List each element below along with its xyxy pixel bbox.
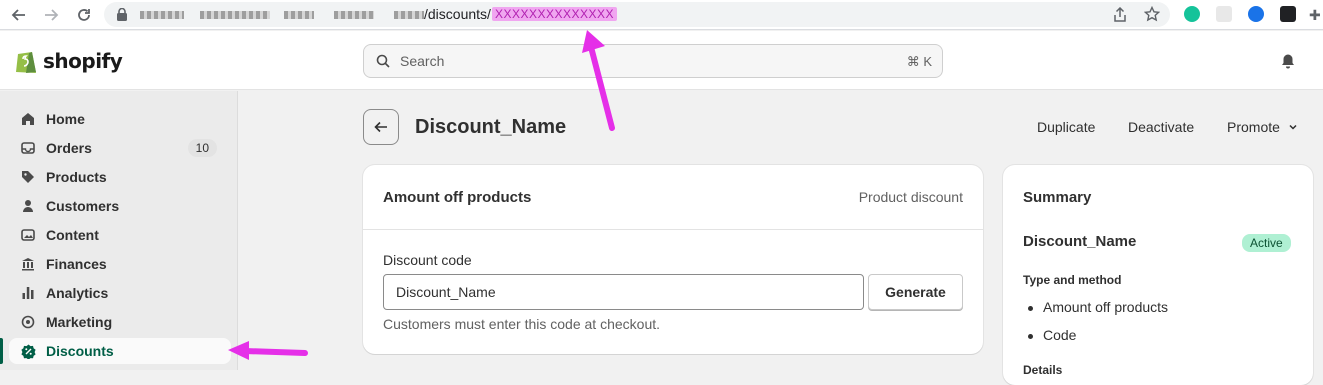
arrow-left-icon xyxy=(374,121,387,133)
url-text: /discounts/XXXXXXXXXXXXXX xyxy=(424,6,617,22)
grammarly-extension-icon[interactable] xyxy=(1184,6,1200,22)
card-divider xyxy=(363,229,983,230)
duplicate-button[interactable]: Duplicate xyxy=(1037,119,1095,135)
notifications-bell-icon[interactable] xyxy=(1280,53,1296,74)
promote-menu-button[interactable]: Promote xyxy=(1227,119,1298,135)
summary-bullet: Code xyxy=(1027,327,1077,343)
sidebar-item-marketing[interactable]: Marketing xyxy=(9,309,231,335)
url-path: /discounts/ xyxy=(424,6,491,22)
summary-card: Summary Discount_Name Active Type and me… xyxy=(1003,165,1313,385)
annotation-arrow-url xyxy=(582,30,615,131)
helper-text: Customers must enter this code at checko… xyxy=(383,316,661,332)
type-method-heading: Type and method xyxy=(1023,273,1122,287)
browser-toolbar: /discounts/XXXXXXXXXXXXXX ✚ xyxy=(0,0,1323,30)
orders-icon xyxy=(20,140,36,156)
bank-icon xyxy=(20,256,36,272)
sidebar-item-orders[interactable]: Orders 10 xyxy=(9,135,231,161)
sidebar-item-analytics[interactable]: Analytics xyxy=(9,280,231,306)
sidebar-nav: Home Orders 10 Products Customers Conten… xyxy=(0,91,238,370)
bookmark-star-icon[interactable] xyxy=(1143,5,1161,27)
orders-count-badge: 10 xyxy=(187,139,217,157)
page-title: Discount_Name xyxy=(415,116,567,138)
sidebar-item-label: Marketing xyxy=(46,314,113,330)
deactivate-button[interactable]: Deactivate xyxy=(1128,119,1194,135)
promote-label: Promote xyxy=(1227,119,1280,135)
discount-icon xyxy=(20,343,36,359)
redacted-url-segment xyxy=(140,11,184,19)
content-icon xyxy=(20,227,36,243)
tag-icon xyxy=(20,169,36,185)
annotation-arrow-discounts xyxy=(228,341,308,360)
reload-icon[interactable] xyxy=(73,4,95,26)
search-placeholder: Search xyxy=(400,53,445,69)
sidebar-item-label: Orders xyxy=(46,140,92,156)
search-shortcut: ⌘ K xyxy=(906,54,932,69)
details-heading: Details xyxy=(1023,363,1063,377)
shopify-logo[interactable]: shopify xyxy=(14,47,123,75)
sidebar-item-label: Analytics xyxy=(46,285,109,301)
discount-code-input[interactable]: Discount_Name xyxy=(383,274,864,310)
sidebar-item-content[interactable]: Content xyxy=(9,222,231,248)
target-icon xyxy=(20,314,36,330)
search-icon xyxy=(376,54,390,68)
generate-button[interactable]: Generate xyxy=(868,274,963,310)
redacted-url-segment xyxy=(200,11,270,19)
sidebar-item-customers[interactable]: Customers xyxy=(9,193,231,219)
status-badge: Active xyxy=(1242,234,1291,252)
url-discount-id: XXXXXXXXXXXXXX xyxy=(491,7,617,21)
discount-type-label: Product discount xyxy=(858,189,963,205)
sidebar-item-home[interactable]: Home xyxy=(9,106,231,132)
sidebar-item-discounts[interactable]: Discounts xyxy=(9,338,231,364)
redacted-url-segment xyxy=(394,11,424,19)
back-arrow-icon[interactable] xyxy=(8,4,30,26)
back-button[interactable] xyxy=(363,109,399,145)
summary-title: Summary xyxy=(1023,189,1092,206)
summary-discount-name: Discount_Name xyxy=(1023,233,1137,250)
redacted-url-segment xyxy=(284,11,314,19)
extension-icon[interactable] xyxy=(1280,6,1296,22)
person-icon xyxy=(20,198,36,214)
sidebar-item-label: Products xyxy=(46,169,107,185)
puzzle-extensions-icon[interactable]: ✚ xyxy=(1309,7,1321,24)
sidebar-item-label: Home xyxy=(46,111,85,127)
summary-bullet: Amount off products xyxy=(1027,299,1169,315)
sidebar-item-label: Content xyxy=(46,227,99,243)
extension-icon[interactable] xyxy=(1248,6,1264,22)
card-title: Amount off products xyxy=(383,189,532,206)
sidebar-item-label: Customers xyxy=(46,198,120,214)
sidebar-item-label: Finances xyxy=(46,256,107,272)
sidebar-item-label: Discounts xyxy=(46,343,114,359)
brand-name: shopify xyxy=(43,49,123,73)
bar-chart-icon xyxy=(20,285,36,301)
search-input[interactable]: Search ⌘ K xyxy=(363,44,943,78)
chevron-down-icon xyxy=(1289,124,1297,130)
forward-arrow-icon[interactable] xyxy=(40,4,62,26)
extension-icon[interactable] xyxy=(1216,6,1232,22)
shopify-bag-icon xyxy=(16,52,36,73)
share-icon[interactable] xyxy=(1113,6,1127,27)
sidebar-item-products[interactable]: Products xyxy=(9,164,231,190)
discount-code-card: Amount off products Product discount Dis… xyxy=(363,165,983,354)
discount-code-label: Discount code xyxy=(383,252,472,268)
home-icon xyxy=(20,111,36,127)
lock-icon xyxy=(116,7,128,26)
sidebar-item-finances[interactable]: Finances xyxy=(9,251,231,277)
address-bar[interactable]: /discounts/XXXXXXXXXXXXXX xyxy=(104,2,1170,27)
active-nav-indicator xyxy=(0,338,3,364)
redacted-url-segment xyxy=(334,11,374,19)
